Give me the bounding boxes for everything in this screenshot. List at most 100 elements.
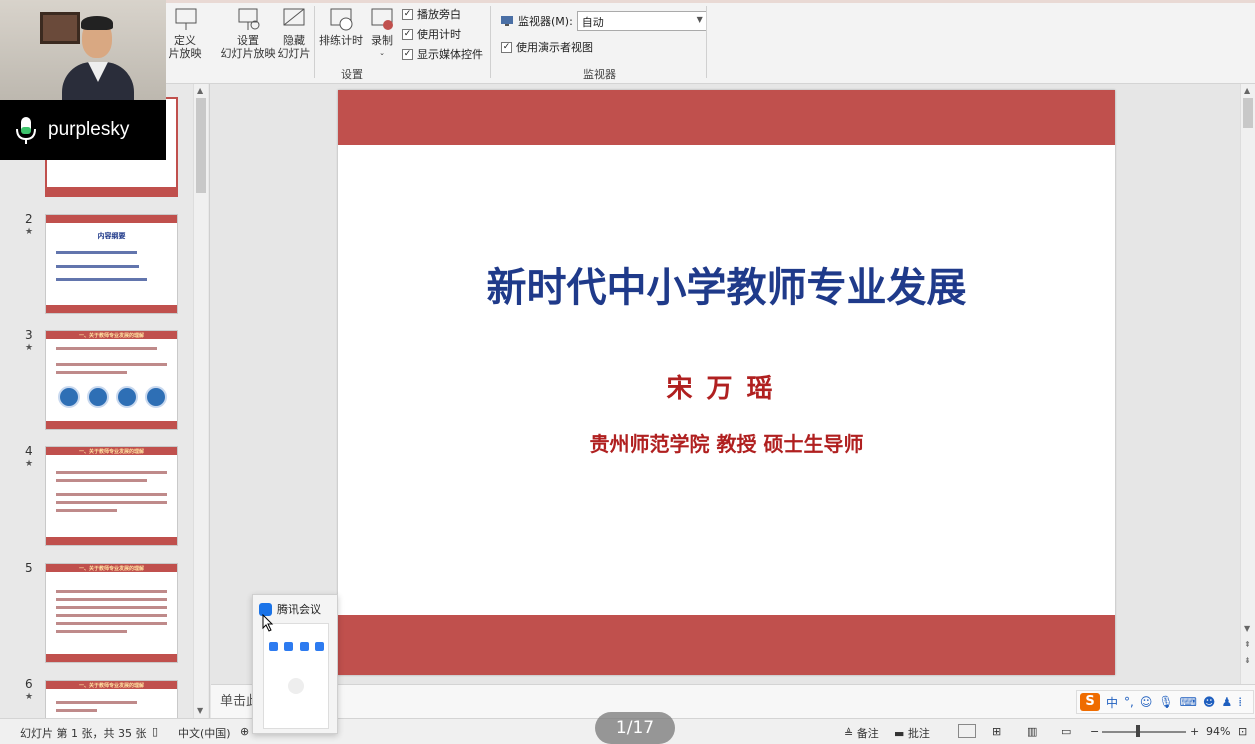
thumbnail-slide-2[interactable]: 内容纲要 <box>45 214 178 314</box>
checkbox-presenter-view-label: 使用演示者视图 <box>516 41 593 54</box>
punctuation-icon[interactable]: °, <box>1124 695 1134 709</box>
monitor-icon <box>501 16 513 26</box>
checkbox-presenter-view-box[interactable]: ✓ <box>501 41 512 53</box>
notes-button[interactable]: ≜ 备注 <box>844 725 879 741</box>
ribbon-divider <box>490 6 491 78</box>
transition-star-icon: ★ <box>25 227 34 237</box>
thumbnail-title: 内容纲要 <box>97 232 126 240</box>
stopwatch-icon <box>330 8 353 31</box>
checkbox-timings[interactable]: ✓ 使用计时 <box>402 26 461 42</box>
ribbon-divider <box>706 6 707 78</box>
thumbnail-text-line <box>56 265 139 268</box>
thumbnail-slide-3[interactable]: 一、关于教师专业发展的理解 <box>45 330 178 430</box>
record-dropdown-icon[interactable]: ⌄ <box>366 47 398 60</box>
ime-toolbar[interactable]: S 中 °, ☺ 🎙 ⌨ ☻ ♟ ⁞ <box>1076 690 1254 714</box>
fit-to-window-icon[interactable]: ⊡ <box>1238 725 1247 738</box>
thumbnail-slide-5[interactable]: 一、关于教师专业发展的理解 <box>45 563 178 663</box>
checkbox-narration-box[interactable]: ✓ <box>402 8 413 20</box>
slide-affiliation: 贵州师范学院 教授 硕士生导师 <box>589 432 864 456</box>
emoji-icon[interactable]: ☺ <box>1140 695 1153 709</box>
record-button[interactable]: 录制 ⌄ <box>366 6 398 60</box>
comments-label: 批注 <box>907 727 930 740</box>
thumbnail-number: 4 <box>25 444 33 458</box>
meeting-preview-button <box>315 642 324 651</box>
thumbnail-text-line <box>56 598 167 601</box>
hide-slide-button[interactable]: 隐藏 幻灯片 <box>276 6 312 60</box>
setup-show-button[interactable]: 设置 幻灯片放映 <box>220 6 276 60</box>
thumbnail-text-line <box>56 709 97 712</box>
monitor-select[interactable]: 自动 ▼ <box>576 11 707 31</box>
previous-slide-icon[interactable]: ⇞ <box>1244 640 1251 649</box>
slide-sorter-icon[interactable]: ⊞ <box>992 725 1001 738</box>
status-icon: ⊕ <box>240 725 250 738</box>
hide-slide-line1: 隐藏 <box>283 34 305 47</box>
scrollbar-thumb[interactable] <box>196 98 206 193</box>
scroll-down-icon[interactable]: ▼ <box>197 706 203 715</box>
user-icon[interactable]: ☻ <box>1203 695 1216 709</box>
scroll-up-icon[interactable]: ▲ <box>197 86 203 95</box>
checkbox-timings-label: 使用计时 <box>417 28 461 41</box>
reading-view-icon[interactable]: ▥ <box>1027 725 1037 738</box>
thumbnail-text-line <box>56 622 167 625</box>
accessibility-icon[interactable]: ▯ <box>152 725 158 738</box>
microphone-icon <box>16 117 36 144</box>
thumbnail-circle <box>87 386 109 408</box>
thumbnail-circle <box>116 386 138 408</box>
hide-slide-line2: 幻灯片 <box>277 47 311 60</box>
thumbnail-text-line <box>56 701 137 704</box>
scroll-down-icon[interactable]: ▼ <box>1244 624 1250 633</box>
checkbox-media-controls-box[interactable]: ✓ <box>402 48 413 60</box>
comments-button[interactable]: ▬ 批注 <box>894 725 930 741</box>
thumbnail-text-line <box>56 493 167 496</box>
slide-author: 宋万瑶 <box>666 374 787 404</box>
setup-show-line1: 设置 <box>237 34 259 47</box>
rehearse-timings-button[interactable]: 排练计时 <box>318 6 364 47</box>
zoom-in-icon[interactable]: + <box>1190 725 1199 738</box>
mouse-cursor-icon <box>262 614 274 632</box>
thumbnail-band <box>46 537 177 545</box>
checkbox-media-controls[interactable]: ✓ 显示媒体控件 <box>402 46 483 62</box>
sogou-logo-icon: S <box>1080 693 1100 711</box>
microphone-icon[interactable]: 🎙 <box>1158 695 1173 709</box>
scrollbar-thumb[interactable] <box>1243 98 1253 128</box>
next-slide-icon[interactable]: ⇟ <box>1244 656 1251 665</box>
thumbnail-number: 3 <box>25 328 33 342</box>
thumbnail-band <box>46 421 177 429</box>
custom-show-button[interactable]: 定义 片放映 <box>162 6 208 60</box>
custom-show-line1: 定义 <box>174 34 196 47</box>
slideshow-view-icon[interactable]: ▭ <box>1061 725 1071 738</box>
scroll-up-icon[interactable]: ▲ <box>1244 86 1250 95</box>
zoom-slider[interactable] <box>1102 731 1186 733</box>
slide-scrollbar[interactable]: ▲ ▼ ⇞ ⇟ <box>1240 84 1255 684</box>
transition-star-icon: ★ <box>25 343 34 353</box>
grid-menu-icon[interactable]: ⁞ <box>1238 695 1242 709</box>
custom-show-line2: 片放映 <box>168 47 202 60</box>
current-slide[interactable]: 新时代中小学教师专业发展 宋万瑶 贵州师范学院 教授 硕士生导师 <box>338 90 1115 675</box>
normal-view-icon[interactable] <box>958 724 976 738</box>
thumbnail-slide-4[interactable]: 一、关于教师专业发展的理解 <box>45 446 178 546</box>
webcam-video <box>0 0 166 100</box>
skin-icon[interactable]: ♟ <box>1221 695 1232 709</box>
thumbnail-slide-6[interactable]: 一、关于教师专业发展的理解 <box>45 680 178 720</box>
zoom-out-icon[interactable]: − <box>1090 725 1099 738</box>
thumbnail-text-line <box>56 590 167 593</box>
zoom-slider-handle[interactable] <box>1136 725 1140 737</box>
transition-star-icon: ★ <box>25 459 34 469</box>
keyboard-icon[interactable]: ⌨ <box>1180 695 1197 709</box>
checkbox-timings-box[interactable]: ✓ <box>402 28 413 40</box>
meeting-preview-thumbnail[interactable] <box>263 623 329 729</box>
ribbon-divider <box>314 6 315 78</box>
thumbnail-text-line <box>56 363 167 366</box>
rehearse-label: 排练计时 <box>319 34 363 47</box>
thumbnail-scrollbar[interactable]: ▲ ▼ <box>193 84 208 720</box>
thumbnail-band <box>47 187 176 195</box>
thumbnail-circle <box>58 386 80 408</box>
ime-mode[interactable]: 中 <box>1106 694 1118 711</box>
meeting-preview-button <box>284 642 293 651</box>
meeting-preview-avatar <box>288 678 304 694</box>
checkbox-presenter-view[interactable]: ✓ 使用演示者视图 <box>501 39 593 55</box>
checkbox-narration[interactable]: ✓ 播放旁白 <box>402 6 461 22</box>
zoom-level[interactable]: 94% <box>1206 725 1230 738</box>
language-indicator[interactable]: 中文(中国) <box>178 725 231 741</box>
thumbnail-circle <box>145 386 167 408</box>
